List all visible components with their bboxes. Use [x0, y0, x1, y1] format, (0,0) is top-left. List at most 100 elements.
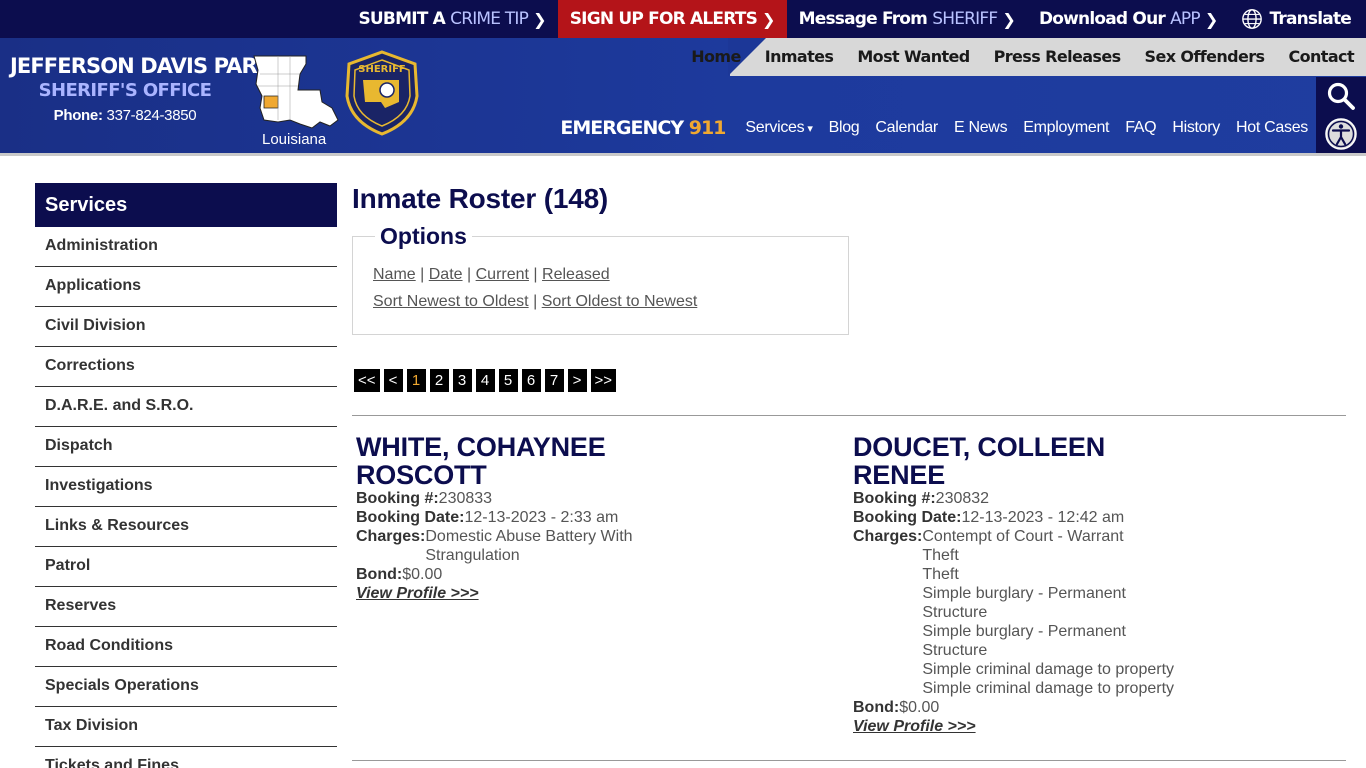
secnav-blog[interactable]: Blog — [821, 119, 868, 137]
nav-home[interactable]: Home — [679, 38, 753, 76]
main-content: Inmate Roster (148) Options Name | Date … — [352, 183, 1346, 761]
booking-number-value: 230833 — [438, 490, 493, 507]
download-label: Download Our — [1038, 9, 1166, 29]
sidebar-item-investigations[interactable]: Investigations — [35, 467, 337, 507]
message-label: Message From — [798, 9, 928, 29]
louisiana-map-icon — [253, 55, 339, 129]
page-next[interactable]: > — [567, 369, 587, 392]
page-3[interactable]: 3 — [452, 369, 472, 392]
sign-up-alerts-link[interactable]: Sign up for alerts ❯ — [557, 0, 787, 38]
bond: Bond: $0.00 — [356, 565, 836, 584]
sidebar-item-corrections[interactable]: Corrections — [35, 347, 337, 387]
page-7[interactable]: 7 — [544, 369, 564, 392]
booking-date-value: 12-13-2023 - 12:42 am — [961, 509, 1125, 526]
secnav-calendar[interactable]: Calendar — [867, 119, 946, 137]
brand-phone: Phone: 337-824-3850 — [10, 107, 240, 124]
nav-most-wanted[interactable]: Most Wanted — [845, 38, 981, 76]
view-profile-link[interactable]: View Profile >>> — [853, 718, 976, 735]
charge-item: Simple criminal damage to property — [922, 661, 1175, 678]
charges: Charges: Contempt of Court - Warrant The… — [853, 527, 1333, 698]
sidebar-item-links-resources[interactable]: Links & Resources — [35, 507, 337, 547]
page-2[interactable]: 2 — [429, 369, 449, 392]
charges-label: Charges: — [853, 528, 923, 545]
page-first[interactable]: << — [354, 369, 380, 392]
sidebar-item-road-conditions[interactable]: Road Conditions — [35, 627, 337, 667]
emergency-label: EMERGENCY — [560, 117, 684, 139]
secnav-e-news[interactable]: E News — [946, 119, 1015, 137]
bond-value: $0.00 — [899, 699, 940, 716]
download-highlight: APP — [1170, 9, 1201, 29]
search-icon[interactable] — [1326, 81, 1356, 111]
sidebar-item-reserves[interactable]: Reserves — [35, 587, 337, 627]
sidebar-item-tax-division[interactable]: Tax Division — [35, 707, 337, 747]
chevron-right-icon: ❯ — [533, 9, 546, 29]
secnav-hot-cases[interactable]: Hot Cases — [1228, 119, 1316, 137]
translate-button[interactable]: Translate — [1229, 0, 1366, 38]
charges-list: Domestic Abuse Battery With Strangulatio… — [425, 527, 632, 565]
nav-sex-offenders[interactable]: Sex Offenders — [1133, 38, 1277, 76]
page-1[interactable]: 1 — [406, 369, 426, 392]
inmate-name[interactable]: WHITE, COHAYNEE ROSCOTT — [356, 433, 676, 489]
nav-inmates[interactable]: Inmates — [753, 38, 846, 76]
filter-released-link[interactable]: Released — [542, 266, 610, 283]
sidebar-item-civil-division[interactable]: Civil Division — [35, 307, 337, 347]
message-from-sheriff-link[interactable]: Message From SHERIFF ❯ — [787, 0, 1027, 38]
page-6[interactable]: 6 — [521, 369, 541, 392]
charge-item: Structure — [922, 604, 988, 621]
secnav-services[interactable]: Services ▾ — [737, 119, 820, 137]
view-profile-link[interactable]: View Profile >>> — [356, 585, 479, 602]
inmate-name[interactable]: DOUCET, COLLEEN RENEE — [853, 433, 1173, 489]
chevron-right-icon: ❯ — [1204, 9, 1218, 29]
charge-item: Simple burglary - Permanent — [922, 623, 1126, 640]
sidebar-item-applications[interactable]: Applications — [35, 267, 337, 307]
filter-date-link[interactable]: Date — [429, 266, 463, 283]
pagination: << < 1 2 3 4 5 6 7 > >> — [354, 369, 617, 392]
page-prev[interactable]: < — [383, 369, 403, 392]
sort-oldest-link[interactable]: Sort Oldest to Newest — [542, 293, 698, 310]
emergency-number: 911 — [688, 117, 727, 139]
download-app-link[interactable]: Download Our APP ❯ — [1027, 0, 1229, 38]
separator: | — [533, 266, 538, 283]
submit-crime-tip-link[interactable]: Submit a Crime Tip ❯ — [346, 0, 557, 38]
nav-contact[interactable]: Contact — [1276, 38, 1366, 76]
brand-subtitle: SHERIFF'S OFFICE — [38, 80, 212, 101]
page-last[interactable]: >> — [590, 369, 617, 392]
page-5[interactable]: 5 — [498, 369, 518, 392]
sidebar-item-administration[interactable]: Administration — [35, 227, 337, 267]
inmate-card: WHITE, COHAYNEE ROSCOTT Booking #: 230833… — [356, 433, 836, 603]
secnav-employment[interactable]: Employment — [1015, 119, 1117, 137]
site-brand[interactable]: JEFFERSON DAVIS PARISH SHERIFF'S OFFICE … — [10, 54, 295, 124]
roster-divider — [352, 760, 1346, 761]
crime-tip-highlight: Crime Tip — [450, 9, 529, 29]
options-legend: Options — [375, 223, 472, 250]
alerts-label: Sign up for alerts — [569, 9, 758, 29]
charge-item: Simple criminal damage to property — [922, 680, 1175, 697]
site-header: JEFFERSON DAVIS PARISH SHERIFF'S OFFICE … — [0, 38, 1366, 156]
secnav-history[interactable]: History — [1164, 119, 1228, 137]
accessibility-icon[interactable] — [1324, 117, 1358, 151]
badge-text: SHERIFF — [358, 64, 406, 75]
emergency-911[interactable]: EMERGENCY 911 — [560, 117, 727, 139]
page-4[interactable]: 4 — [475, 369, 495, 392]
charge-item: Structure — [922, 642, 988, 659]
secnav-faq[interactable]: FAQ — [1117, 119, 1164, 137]
sort-links: Sort Newest to Oldest | Sort Oldest to N… — [373, 293, 697, 311]
nav-press-releases[interactable]: Press Releases — [982, 38, 1133, 76]
sidebar-item-specials-operations[interactable]: Specials Operations — [35, 667, 337, 707]
crime-tip-label: Submit a — [358, 9, 446, 29]
booking-date-label: Booking Date: — [356, 509, 465, 526]
charge-item: Strangulation — [425, 547, 520, 564]
separator: | — [467, 266, 472, 283]
sort-newest-link[interactable]: Sort Newest to Oldest — [373, 293, 529, 310]
services-label: Services — [745, 119, 805, 136]
sidebar-item-tickets-fines[interactable]: Tickets and Fines — [35, 747, 337, 768]
booking-number: Booking #: 230832 — [853, 489, 1333, 508]
filter-current-link[interactable]: Current — [476, 266, 529, 283]
sheriff-badge-logo[interactable]: SHERIFF — [343, 50, 421, 136]
sidebar-item-patrol[interactable]: Patrol — [35, 547, 337, 587]
filter-name-link[interactable]: Name — [373, 266, 416, 283]
sidebar-item-dare-sro[interactable]: D.A.R.E. and S.R.O. — [35, 387, 337, 427]
booking-number: Booking #: 230833 — [356, 489, 836, 508]
sidebar-item-dispatch[interactable]: Dispatch — [35, 427, 337, 467]
inmate-card: DOUCET, COLLEEN RENEE Booking #: 230832 B… — [853, 433, 1333, 736]
